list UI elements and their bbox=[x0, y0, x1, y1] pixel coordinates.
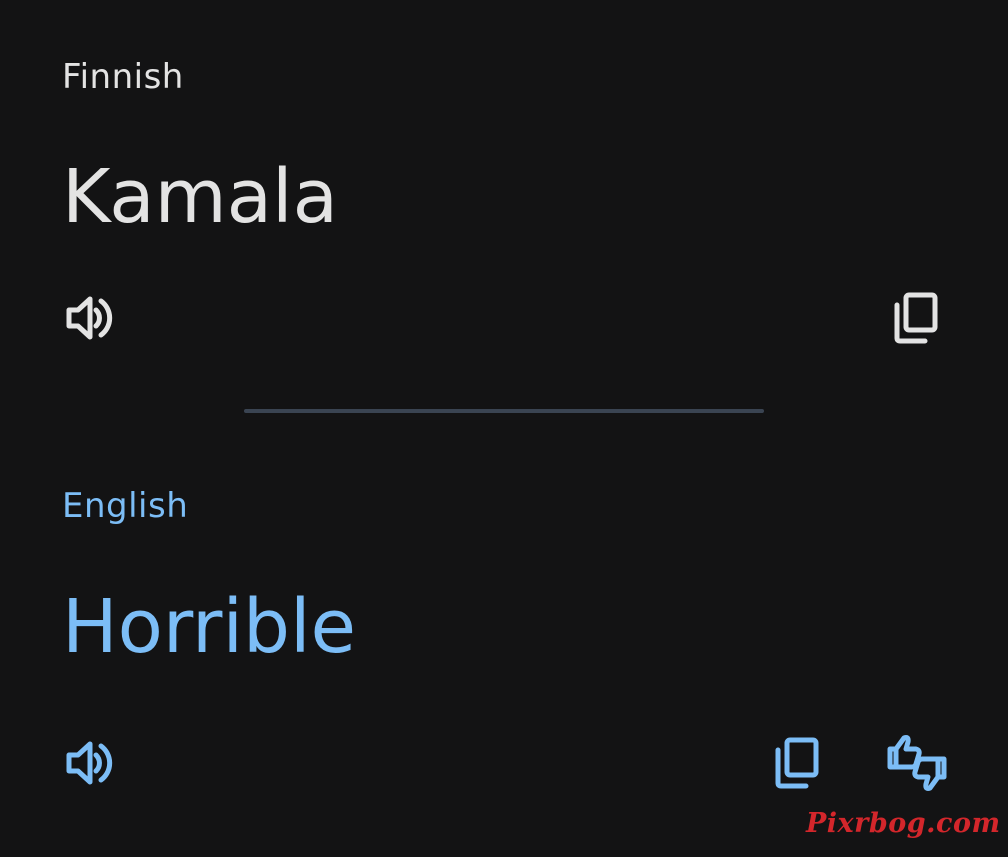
copy-icon bbox=[894, 292, 938, 344]
translated-text: Horrible bbox=[62, 584, 357, 670]
volume-up-icon bbox=[66, 741, 113, 785]
source-copy-button[interactable] bbox=[884, 286, 948, 350]
thumbs-up-down-icon bbox=[887, 735, 947, 791]
watermark-text: Pixrbog.com bbox=[806, 808, 1001, 839]
source-listen-button[interactable] bbox=[56, 286, 120, 350]
volume-up-icon bbox=[66, 296, 113, 340]
section-divider bbox=[244, 409, 764, 413]
source-text: Kamala bbox=[62, 154, 338, 240]
target-language-label: English bbox=[62, 486, 189, 526]
copy-icon bbox=[775, 737, 819, 789]
target-copy-button[interactable] bbox=[765, 731, 829, 795]
source-language-label: Finnish bbox=[62, 57, 184, 97]
target-listen-button[interactable] bbox=[56, 731, 120, 795]
rate-translation-button[interactable] bbox=[886, 731, 950, 795]
